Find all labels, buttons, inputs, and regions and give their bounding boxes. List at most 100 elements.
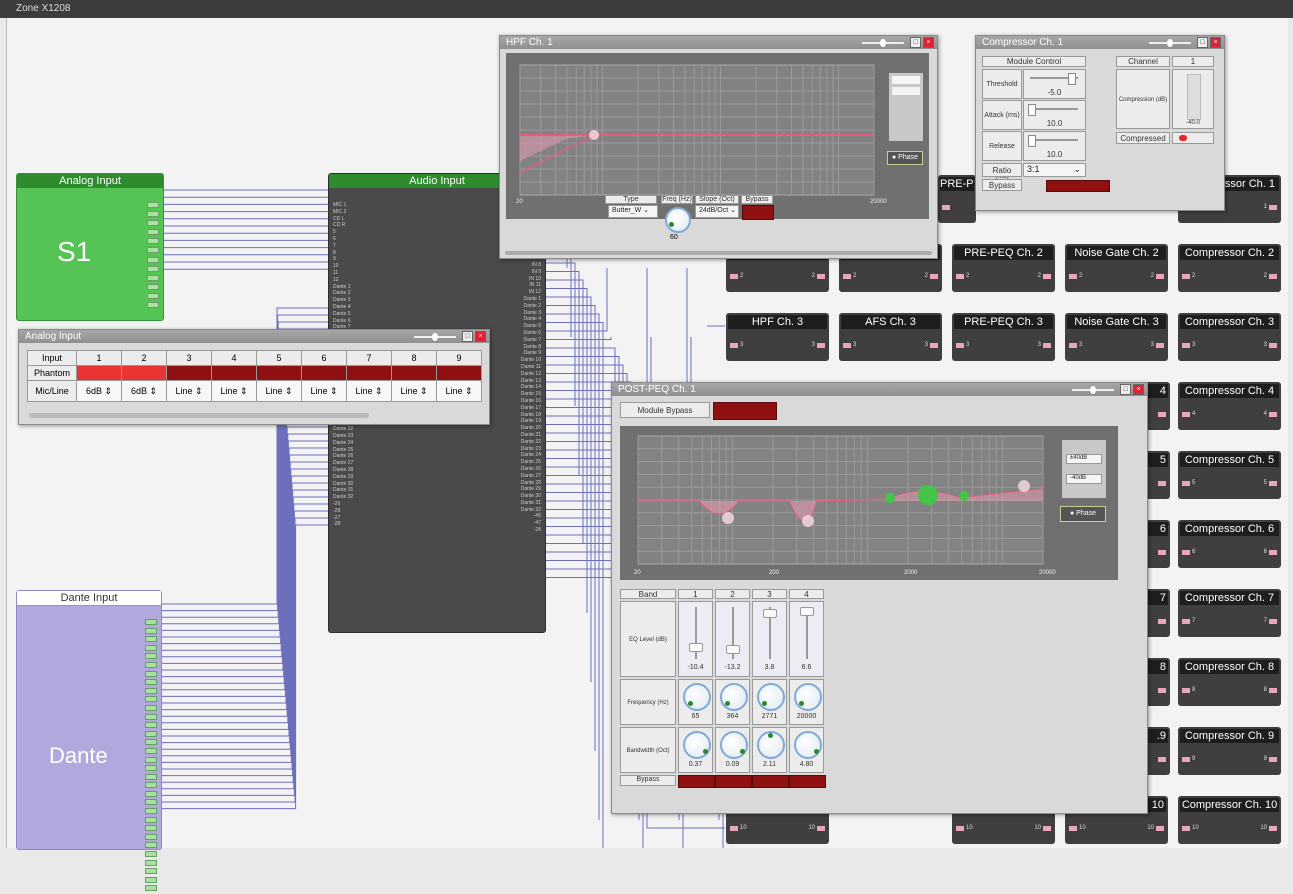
- output-pin[interactable]: [145, 704, 157, 711]
- band-2-handle[interactable]: [802, 515, 814, 527]
- frequency-knob[interactable]: [720, 683, 748, 711]
- zoom-slider[interactable]: [1072, 385, 1114, 394]
- frequency-knob[interactable]: [794, 683, 822, 711]
- bypass-button[interactable]: [742, 205, 774, 220]
- range-select[interactable]: [892, 76, 920, 84]
- dsp-block-prepeq-2[interactable]: PRE-PEQ Ch. 2 2 2: [952, 244, 1055, 292]
- mic-line-select[interactable]: Line ⇕: [391, 380, 437, 402]
- output-pin[interactable]: [145, 808, 157, 815]
- output-pin[interactable]: [147, 202, 159, 208]
- phantom-toggle[interactable]: [346, 365, 392, 381]
- band-3-low-handle[interactable]: [885, 493, 895, 503]
- dsp-block-compressor-3[interactable]: Compressor Ch. 3 3 3: [1178, 313, 1281, 361]
- output-pin[interactable]: [147, 238, 159, 245]
- band-bypass-button[interactable]: [715, 775, 752, 788]
- bandwidth-control[interactable]: 2.11: [752, 727, 787, 773]
- output-pin[interactable]: [147, 256, 159, 263]
- fader-cap[interactable]: [800, 606, 814, 616]
- output-pin[interactable]: [147, 283, 159, 290]
- attack-control[interactable]: 10.0: [1023, 100, 1086, 130]
- dsp-block-compressor-9[interactable]: Compressor Ch. 9 9 9: [1178, 727, 1281, 775]
- min-select[interactable]: -40dB: [1066, 474, 1102, 484]
- output-pin[interactable]: [145, 661, 157, 668]
- dante-input-block[interactable]: Dante Input Dante: [16, 590, 162, 892]
- output-pin[interactable]: [145, 825, 157, 832]
- slope-select[interactable]: 24dB/Oct ⌄: [695, 205, 739, 218]
- output-pin[interactable]: [145, 679, 157, 686]
- post-peq-window[interactable]: POST-PEQ Ch. 1 □ × Module Bypass 20 200 200…: [611, 382, 1148, 814]
- dsp-block-noisegate-3[interactable]: Noise Gate Ch. 3 3 3: [1065, 313, 1168, 361]
- phase-toggle[interactable]: ● Phase: [1060, 506, 1106, 522]
- output-pin[interactable]: [147, 247, 159, 254]
- eq-level-fader[interactable]: 3.8: [752, 601, 787, 677]
- output-pin[interactable]: [145, 765, 157, 772]
- output-pin[interactable]: [145, 799, 157, 806]
- dsp-block-compressor-7[interactable]: Compressor Ch. 7 7 7: [1178, 589, 1281, 637]
- output-pin[interactable]: [147, 265, 159, 272]
- frequency-control[interactable]: 20000: [789, 679, 824, 725]
- phantom-toggle[interactable]: [121, 365, 167, 381]
- restore-button[interactable]: □: [1120, 384, 1131, 395]
- band-bypass-button[interactable]: [789, 775, 826, 788]
- phantom-toggle[interactable]: [391, 365, 437, 381]
- output-pin[interactable]: [145, 859, 157, 866]
- close-button[interactable]: ×: [923, 37, 934, 48]
- analog-input-window[interactable]: Analog Input □ × Input 1 2 3 4 5 6 7 8 9 Phantom Mic…: [18, 329, 490, 425]
- frequency-control[interactable]: 65: [678, 679, 713, 725]
- mic-line-select[interactable]: Line ⇕: [436, 380, 482, 402]
- dsp-block-compressor-10[interactable]: Compressor Ch. 10 10 10: [1178, 796, 1281, 844]
- eq-level-fader[interactable]: -13.2: [715, 601, 750, 677]
- output-pin[interactable]: [145, 627, 157, 634]
- dsp-block-compressor-5[interactable]: Compressor Ch. 5 5 5: [1178, 451, 1281, 499]
- band-bypass-button[interactable]: [752, 775, 789, 788]
- phantom-toggle[interactable]: [256, 365, 302, 381]
- output-pin[interactable]: [147, 211, 159, 218]
- zoom-slider[interactable]: [1149, 38, 1191, 47]
- min-select[interactable]: [892, 87, 920, 95]
- range-select[interactable]: ±40dB: [1066, 454, 1102, 464]
- restore-button[interactable]: □: [910, 37, 921, 48]
- output-pin[interactable]: [145, 833, 157, 840]
- fader-cap[interactable]: [689, 643, 703, 652]
- output-pin[interactable]: [145, 790, 157, 797]
- output-pin[interactable]: [145, 730, 157, 737]
- mic-line-select[interactable]: Line ⇕: [301, 380, 347, 402]
- output-pin[interactable]: [147, 229, 159, 236]
- output-pin[interactable]: [145, 713, 157, 720]
- output-pin[interactable]: [147, 274, 159, 281]
- mic-line-select[interactable]: 6dB ⇕: [121, 380, 167, 402]
- phantom-toggle[interactable]: [166, 365, 212, 381]
- dsp-block-prepeq-3[interactable]: PRE-PEQ Ch. 3 3 3: [952, 313, 1055, 361]
- output-pin[interactable]: [147, 302, 159, 309]
- compressor-window[interactable]: Compressor Ch. 1 □ × Module Control Thres…: [975, 35, 1225, 211]
- output-pin[interactable]: [145, 885, 157, 892]
- dsp-block-prepeq-1[interactable]: PRE-PEQ Ch. 1: [938, 175, 976, 223]
- horizontal-scrollbar[interactable]: [505, 251, 932, 255]
- fader-cap[interactable]: [763, 609, 777, 619]
- frequency-control[interactable]: 2771: [752, 679, 787, 725]
- analog-output-pins[interactable]: [147, 202, 159, 311]
- output-pin[interactable]: [145, 876, 157, 883]
- output-pin[interactable]: [145, 782, 157, 789]
- mic-line-select[interactable]: 6dB ⇕: [76, 380, 122, 402]
- dsp-block-afs-3[interactable]: AFS Ch. 3 3 3: [839, 313, 942, 361]
- horizontal-scrollbar[interactable]: [29, 413, 369, 418]
- dante-output-pins[interactable]: [145, 619, 157, 894]
- phantom-toggle[interactable]: [76, 365, 122, 381]
- bandwidth-knob[interactable]: [757, 731, 785, 759]
- output-pin[interactable]: [145, 756, 157, 763]
- band-3-handle[interactable]: [918, 485, 938, 505]
- mic-line-select[interactable]: Line ⇕: [166, 380, 212, 402]
- output-pin[interactable]: [145, 687, 157, 694]
- band-1-handle[interactable]: [722, 512, 734, 524]
- output-pin[interactable]: [145, 747, 157, 754]
- mic-line-select[interactable]: Line ⇕: [211, 380, 257, 402]
- restore-button[interactable]: □: [462, 331, 473, 342]
- threshold-control[interactable]: -5.0: [1023, 69, 1086, 99]
- frequency-control[interactable]: 364: [715, 679, 750, 725]
- output-pin[interactable]: [145, 670, 157, 677]
- band-bypass-button[interactable]: [678, 775, 715, 788]
- mic-line-select[interactable]: Line ⇕: [346, 380, 392, 402]
- bypass-button[interactable]: [1046, 180, 1110, 192]
- hpf-window[interactable]: HPF Ch. 1 □× 20200200020000 ● Phase Type…: [499, 35, 938, 259]
